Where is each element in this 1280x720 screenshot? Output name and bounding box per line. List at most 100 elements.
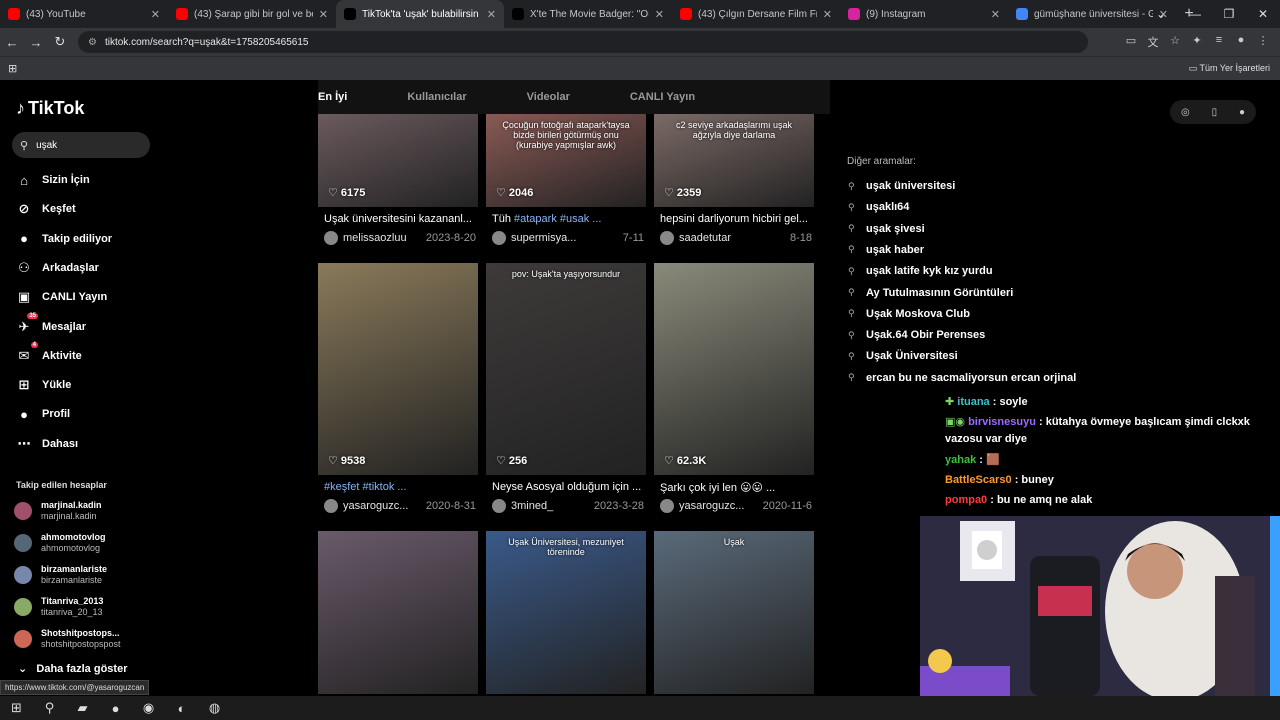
browser-tab[interactable]: X'te The Movie Badger: "ONE B ✕ bbox=[504, 0, 672, 28]
close-window-button[interactable]: ✕ bbox=[1246, 0, 1280, 28]
avatar[interactable] bbox=[492, 499, 506, 513]
chrome-icon[interactable]: ◉ bbox=[132, 700, 165, 716]
translate-icon[interactable]: 文 bbox=[1142, 34, 1164, 50]
video-thumbnail[interactable]: pov: Uşak'ta yaşıyorsundur bbox=[486, 263, 646, 475]
avatar[interactable] bbox=[324, 499, 338, 513]
browser-tab[interactable]: (43) YouTube ✕ bbox=[0, 0, 168, 28]
forward-button[interactable]: → bbox=[24, 35, 48, 50]
chrome-alt-icon[interactable]: ◍ bbox=[198, 700, 231, 716]
restore-button[interactable]: ❐ bbox=[1212, 0, 1246, 28]
browser-tab[interactable]: (43) Şarap gibi bir gol ve ben bu ✕ bbox=[168, 0, 336, 28]
sidebar-item[interactable]: ✉ 4 Aktivite bbox=[14, 341, 82, 367]
profile-icon: ● bbox=[20, 406, 28, 422]
search-tab[interactable]: Videolar bbox=[527, 91, 570, 103]
sidebar-item[interactable]: ⊞ Yükle bbox=[14, 374, 72, 396]
followed-account[interactable]: marjinal.kadin marjinal.kadin bbox=[14, 498, 102, 524]
device-icon[interactable]: ▯ bbox=[1212, 107, 1218, 118]
browser-tab[interactable]: (43) Çılgın Dersane Film Fragm ✕ bbox=[672, 0, 840, 28]
search-tab[interactable]: En İyi bbox=[318, 91, 347, 103]
file-explorer-icon[interactable]: ▰ bbox=[66, 700, 99, 716]
video-username[interactable]: melissaozluu bbox=[343, 232, 426, 244]
apps-grid-icon[interactable]: ⊞ bbox=[8, 62, 17, 75]
all-bookmarks-link[interactable]: ▭ Tüm Yer İşaretleri bbox=[1189, 63, 1270, 74]
video-caption[interactable]: Uşak üniversitesini kazananl... bbox=[324, 213, 474, 225]
sidebar-item[interactable]: ⊘ Keşfet bbox=[14, 198, 76, 220]
obs-icon[interactable]: ◐ bbox=[165, 701, 198, 716]
video-caption[interactable]: Şarkı çok iyi len 😛😛 ... bbox=[660, 481, 810, 494]
avatar[interactable] bbox=[324, 231, 338, 245]
other-search-item[interactable]: ⚲ Uşak.64 Obir Perenses bbox=[848, 329, 985, 341]
app-icon-blue[interactable]: ● bbox=[99, 701, 132, 716]
messages-icon: ✈ 35 bbox=[18, 312, 38, 334]
media-icon[interactable]: ≡ bbox=[1208, 34, 1230, 50]
avatar[interactable] bbox=[492, 231, 506, 245]
video-username[interactable]: supermisya... bbox=[511, 232, 623, 244]
avatar[interactable] bbox=[660, 231, 674, 245]
sidebar-item[interactable]: ⌂ Sizin İçin bbox=[14, 169, 90, 191]
settings-icon[interactable]: ◎ bbox=[1181, 107, 1190, 118]
close-tab-icon[interactable]: ✕ bbox=[991, 8, 1000, 21]
show-more-button[interactable]: ⌄ Daha fazla göster bbox=[18, 662, 127, 675]
reload-button[interactable]: ↻ bbox=[48, 34, 72, 50]
video-thumbnail[interactable] bbox=[654, 263, 814, 475]
extensions-icon[interactable]: ✦ bbox=[1186, 34, 1208, 50]
followed-account[interactable]: Titanriva_2013 titanriva_20_13 bbox=[14, 594, 103, 620]
video-username[interactable]: yasaroguzc... bbox=[343, 500, 426, 512]
other-search-item[interactable]: ⚲ uşak latife kyk kız yurdu bbox=[848, 265, 993, 277]
other-search-item[interactable]: ⚲ uşak şivesi bbox=[848, 223, 925, 235]
menu-icon[interactable]: ⋮ bbox=[1252, 34, 1274, 50]
video-thumbnail[interactable]: Uşak Üniversitesi, mezuniyet töreninde bbox=[486, 531, 646, 694]
close-tab-icon[interactable]: ✕ bbox=[655, 8, 664, 21]
other-search-item[interactable]: ⚲ Uşak Üniversitesi bbox=[848, 350, 958, 362]
video-thumbnail[interactable]: Uşak bbox=[654, 531, 814, 694]
sidebar-item[interactable]: ● Takip ediliyor bbox=[14, 228, 112, 250]
browser-tab[interactable]: (9) Instagram ✕ bbox=[840, 0, 1008, 28]
close-tab-icon[interactable]: ✕ bbox=[487, 8, 496, 21]
cast-icon[interactable]: ▭ bbox=[1120, 34, 1142, 50]
sidebar-item[interactable]: ✈ 35 Mesajlar bbox=[14, 312, 86, 338]
profile-avatar[interactable]: ● bbox=[1230, 34, 1252, 50]
followed-account[interactable]: ahmomotovlog ahmomotovlog bbox=[14, 530, 106, 556]
user-avatar[interactable]: ● bbox=[1239, 107, 1245, 118]
other-search-item[interactable]: ⚲ ercan bu ne sacmaliyorsun ercan orjinal bbox=[848, 372, 1076, 384]
sidebar-item[interactable]: ⋯ Dahası bbox=[14, 433, 79, 455]
taskbar-search-icon[interactable]: ⚲ bbox=[33, 700, 66, 716]
other-search-item[interactable]: ⚲ uşak üniversitesi bbox=[848, 180, 955, 192]
search-tab[interactable]: CANLI Yayın bbox=[630, 91, 695, 103]
sidebar-item[interactable]: ▣ CANLI Yayın bbox=[14, 286, 107, 308]
url-field[interactable]: ⚙ tiktok.com/search?q=uşak&t=17582054656… bbox=[78, 31, 1088, 53]
avatar[interactable] bbox=[660, 499, 674, 513]
bookmark-star-icon[interactable]: ☆ bbox=[1164, 34, 1186, 50]
video-thumbnail[interactable] bbox=[318, 263, 478, 475]
close-tab-icon[interactable]: ✕ bbox=[151, 8, 160, 21]
other-search-item[interactable]: ⚲ Uşak Moskova Club bbox=[848, 308, 970, 320]
search-icon: ⚲ bbox=[848, 350, 855, 361]
close-tab-icon[interactable]: ✕ bbox=[319, 8, 328, 21]
sidebar-item[interactable]: ● Profil bbox=[14, 403, 70, 425]
tiktok-logo[interactable]: ♪ TikTok bbox=[16, 98, 84, 119]
video-username[interactable]: 3mined_ bbox=[511, 500, 594, 512]
video-username[interactable]: saadetutar bbox=[679, 232, 790, 244]
video-date: 2020-11-6 bbox=[762, 500, 812, 512]
video-caption[interactable]: #keşfet #tiktok ... bbox=[324, 481, 474, 493]
followed-account[interactable]: Shotshitpostops... shotshitpostopspost bbox=[14, 626, 121, 652]
video-caption[interactable]: Tüh #atapark #usak ... bbox=[492, 213, 642, 225]
other-search-item[interactable]: ⚲ Ay Tutulmasının Görüntüleri bbox=[848, 287, 1013, 299]
video-caption[interactable]: hepsini darliyorum hicbiri gel... bbox=[660, 213, 810, 225]
tab-search-icon[interactable]: ⌄ bbox=[1144, 0, 1178, 28]
search-input[interactable]: ⚲ uşak bbox=[12, 132, 150, 158]
other-search-item[interactable]: ⚲ uşaklı64 bbox=[848, 201, 909, 213]
site-info-icon[interactable]: ⚙ bbox=[88, 37, 97, 48]
other-search-item[interactable]: ⚲ uşak haber bbox=[848, 244, 924, 256]
video-caption[interactable]: Neyse Asosyal olduğum için ... bbox=[492, 481, 642, 493]
video-username[interactable]: yasaroguzc... bbox=[679, 500, 763, 512]
back-button[interactable]: ← bbox=[0, 35, 24, 50]
video-thumbnail[interactable] bbox=[318, 531, 478, 694]
sidebar-item[interactable]: ⚇ Arkadaşlar bbox=[14, 257, 99, 279]
windows-start-icon[interactable]: ⊞ bbox=[0, 700, 33, 716]
close-tab-icon[interactable]: ✕ bbox=[823, 8, 832, 21]
minimize-button[interactable]: — bbox=[1178, 0, 1212, 28]
followed-account[interactable]: birzamanlariste birzamanlariste bbox=[14, 562, 107, 588]
search-tab[interactable]: Kullanıcılar bbox=[407, 91, 466, 103]
browser-tab[interactable]: TikTok'ta 'uşak' bulabilirsin ✕ bbox=[336, 0, 504, 28]
